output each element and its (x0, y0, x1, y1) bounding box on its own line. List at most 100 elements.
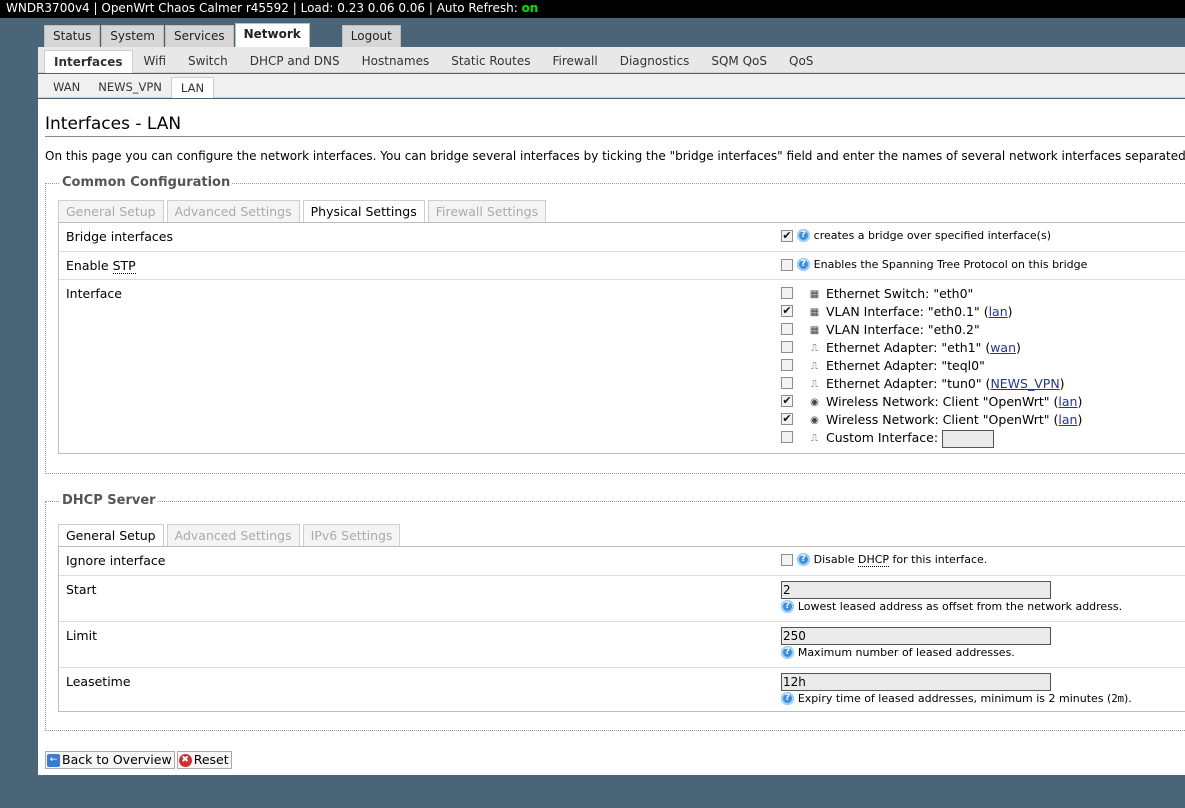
tab-sqm-qos[interactable]: SQM QoS (700, 50, 778, 73)
switch-icon: ▦ (809, 307, 820, 318)
leasetime-label: Leasetime (66, 674, 131, 689)
limit-input[interactable]: 250 (781, 627, 1051, 645)
tab-logout[interactable]: Logout (341, 25, 401, 47)
tab-system[interactable]: System (101, 25, 164, 47)
ignore-checkbox[interactable] (781, 553, 793, 566)
tab-wifi[interactable]: Wifi (133, 50, 178, 73)
help-icon: ? (781, 646, 794, 659)
ignore-help: Disable (813, 553, 858, 566)
tab-ipv6-settings[interactable]: IPv6 Settings (302, 524, 401, 546)
tab-advanced-settings[interactable]: Advanced Settings (166, 200, 300, 222)
interface-checkbox[interactable]: ✔ (781, 305, 793, 317)
ethernet-icon: ⎍ (811, 433, 818, 444)
help-icon: ? (796, 553, 810, 566)
tab-services[interactable]: Services (165, 25, 234, 47)
interface-name: Wireless Network: Client "OpenWrt" ( (826, 412, 1059, 427)
network-link[interactable]: lan (1058, 412, 1077, 427)
network-link[interactable]: lan (989, 304, 1008, 319)
tab-general-setup[interactable]: General Setup (58, 200, 164, 222)
network-submenu: Interfaces Wifi Switch DHCP and DNS Hostname… (44, 50, 824, 73)
custom-interface-label: Custom Interface: (826, 430, 939, 445)
stp-checkbox[interactable] (781, 258, 793, 271)
wireless-icon: ◉ (810, 397, 819, 408)
tab-firewall[interactable]: Firewall (541, 50, 608, 73)
dhcp-server-section: DHCP Server General Setup Advanced Settin… (45, 493, 1185, 731)
dhcp-tabs: General Setup Advanced Settings IPv6 Setti… (58, 524, 403, 546)
reset-icon: ✖ (178, 754, 192, 767)
reset-button[interactable]: ✖ Reset (176, 751, 232, 769)
switch-icon: ▦ (809, 325, 820, 336)
interface-name: Wireless Network: Client "OpenWrt" ( (826, 394, 1059, 409)
tab-static-routes[interactable]: Static Routes (440, 50, 541, 73)
ignore-label: Ignore interface (66, 553, 166, 568)
auto-refresh-toggle[interactable]: on (522, 1, 539, 15)
back-label: Back to Overview (62, 752, 172, 767)
ethernet-icon: ⎍ (811, 361, 818, 372)
leasetime-help: Expiry time of leased addresses, minimum… (797, 692, 1112, 705)
ethernet-icon: ⎍ (811, 379, 818, 390)
tab-interfaces[interactable]: Interfaces (44, 50, 133, 73)
wireless-icon: ◉ (810, 415, 819, 426)
interface-name: Ethernet Adapter: "tun0" ( (826, 376, 991, 391)
interface-checkbox[interactable]: ✔ (781, 395, 793, 407)
tab-firewall-settings[interactable]: Firewall Settings (427, 200, 547, 222)
interface-checkbox[interactable] (781, 377, 793, 389)
help-icon: ? (796, 229, 810, 242)
page-description: On this page you can configure the netwo… (45, 149, 1185, 163)
limit-help: Maximum number of leased addresses. (797, 646, 1015, 659)
stp-abbr: STP (112, 258, 136, 274)
tab-hostnames[interactable]: Hostnames (351, 50, 441, 73)
reset-label: Reset (193, 752, 229, 767)
tab-qos[interactable]: QoS (778, 50, 824, 73)
section-title: DHCP Server (60, 493, 158, 509)
dhcp-abbr: DHCP (857, 553, 890, 567)
start-input[interactable]: 2 (781, 581, 1051, 599)
tab-dhcp-dns[interactable]: DHCP and DNS (239, 50, 351, 73)
tab-network[interactable]: Network (234, 23, 310, 47)
back-to-overview-button[interactable]: ← Back to Overview (45, 751, 175, 769)
ignore-row: Ignore interface ? Disable DHCP for this… (59, 547, 1185, 575)
tab-wan[interactable]: WAN (44, 77, 89, 98)
limit-row: Limit 250 ? Maximum number of leased add… (59, 621, 1185, 667)
start-help: Lowest leased address as offset from the… (797, 600, 1123, 613)
tab-physical-settings[interactable]: Physical Settings (302, 200, 425, 222)
interface-checkbox[interactable] (781, 341, 793, 353)
common-config-tabs: General Setup Advanced Settings Physical S… (58, 200, 549, 222)
tab-lan[interactable]: LAN (170, 77, 215, 98)
start-label: Start (66, 582, 97, 597)
network-link[interactable]: wan (990, 340, 1016, 355)
leasetime-input[interactable]: 12h (781, 673, 1051, 691)
tab-diagnostics[interactable]: Diagnostics (609, 50, 701, 73)
switch-icon: ▦ (809, 289, 820, 300)
main-content: Interfaces - LAN On this page you can co… (38, 99, 1185, 775)
tab-news-vpn[interactable]: NEWS_VPN (89, 77, 171, 98)
interface-checkbox[interactable] (781, 287, 793, 299)
stp-row: Enable STP ? Enables the Spanning Tree P… (59, 251, 1185, 279)
interface-name: VLAN Interface: "eth0.2" (826, 322, 980, 337)
custom-interface-checkbox[interactable] (781, 431, 793, 443)
tab-advanced-settings[interactable]: Advanced Settings (166, 524, 300, 546)
interface-checkbox[interactable] (781, 359, 793, 371)
bridge-checkbox[interactable]: ✔ (781, 229, 793, 242)
help-icon: ? (796, 258, 810, 271)
ignore-help-suffix: for this interface. (889, 553, 988, 566)
tab-switch[interactable]: Switch (177, 50, 239, 73)
tab-status[interactable]: Status (44, 25, 101, 47)
dhcp-general-table: Ignore interface ? Disable DHCP for this… (58, 546, 1185, 712)
interface-name: Ethernet Adapter: "eth1" ( (826, 340, 991, 355)
custom-interface-input[interactable] (942, 429, 995, 448)
network-link[interactable]: lan (1058, 394, 1077, 409)
form-buttons: ← Back to Overview ✖ Reset (45, 751, 234, 769)
physical-settings-table: Bridge interfaces ✔ ? creates a bridge o… (58, 222, 1185, 454)
interface-checkbox[interactable] (781, 323, 793, 335)
interface-name: Ethernet Adapter: "teql0" (826, 358, 985, 373)
leasetime-row: Leasetime 12h ? Expiry time of leased ad… (59, 667, 1185, 713)
tab-general-setup[interactable]: General Setup (58, 524, 164, 546)
help-icon: ? (781, 692, 794, 705)
leasetime-help-suffix: ). (1124, 692, 1132, 705)
stp-help: Enables the Spanning Tree Protocol on th… (813, 258, 1088, 271)
interface-checkbox[interactable]: ✔ (781, 413, 793, 425)
main-menu: Status System Services Network Logout (44, 23, 402, 47)
bridge-row: Bridge interfaces ✔ ? creates a bridge o… (59, 223, 1185, 251)
network-link[interactable]: NEWS_VPN (990, 376, 1059, 391)
